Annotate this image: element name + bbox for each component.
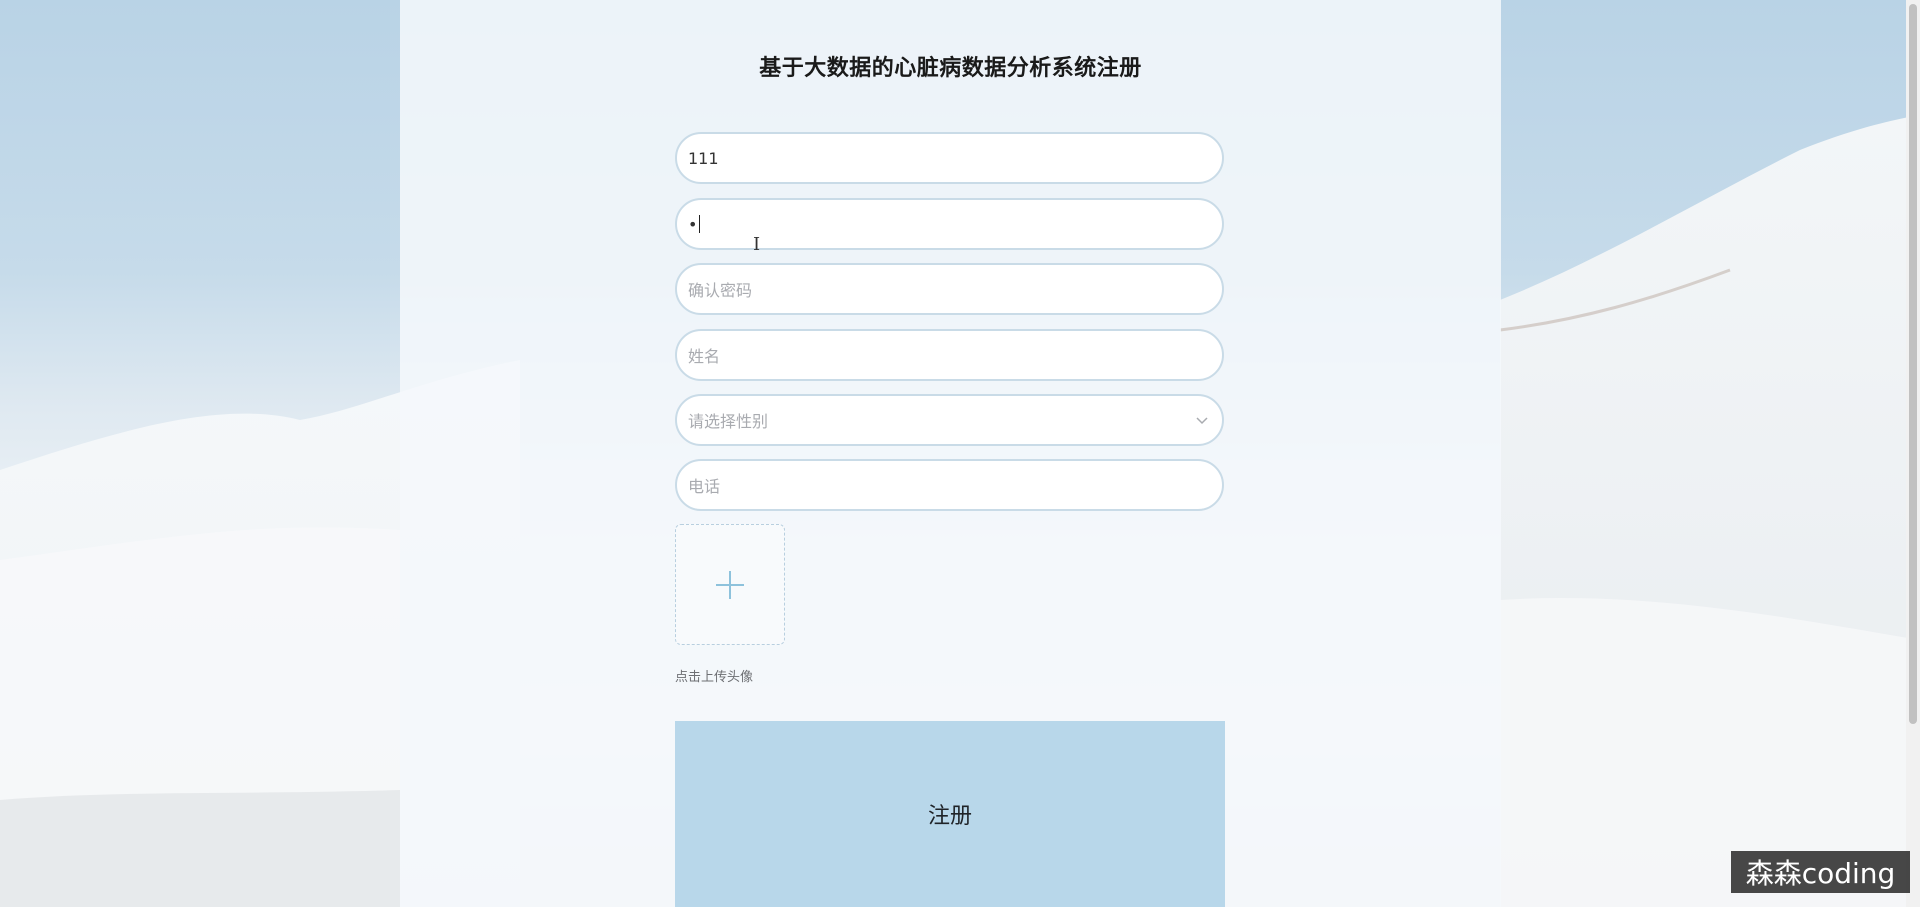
upload-hint: 点击上传头像 xyxy=(675,670,754,685)
watermark: 森森coding xyxy=(1731,851,1910,893)
password-value: • xyxy=(688,214,698,234)
chevron-down-icon xyxy=(1196,417,1208,425)
username-value: 111 xyxy=(688,148,719,168)
plus-icon xyxy=(716,570,744,599)
text-caret xyxy=(699,215,701,233)
confirm-password-placeholder: 确认密码 xyxy=(688,281,753,300)
register-panel: 基于大数据的心脏病数据分析系统注册 111 • I 确认密码 姓名 请选择性别 … xyxy=(400,0,1501,907)
name-placeholder: 姓名 xyxy=(688,347,721,366)
page-scrollbar[interactable] xyxy=(1906,0,1920,907)
confirm-password-field[interactable]: 确认密码 xyxy=(675,263,1224,315)
avatar-upload[interactable] xyxy=(675,524,785,645)
username-field[interactable]: 111 xyxy=(675,132,1224,184)
gender-select[interactable]: 请选择性别 xyxy=(675,394,1224,446)
page-title: 基于大数据的心脏病数据分析系统注册 xyxy=(759,56,1142,81)
scrollbar-thumb[interactable] xyxy=(1909,4,1917,724)
name-field[interactable]: 姓名 xyxy=(675,329,1224,381)
register-button[interactable]: 注册 xyxy=(675,721,1225,907)
phone-placeholder: 电话 xyxy=(688,477,721,496)
password-field[interactable]: • I xyxy=(675,198,1224,255)
gender-placeholder: 请选择性别 xyxy=(688,412,769,431)
phone-field[interactable]: 电话 xyxy=(675,459,1224,511)
text-cursor-icon: I xyxy=(753,234,761,255)
